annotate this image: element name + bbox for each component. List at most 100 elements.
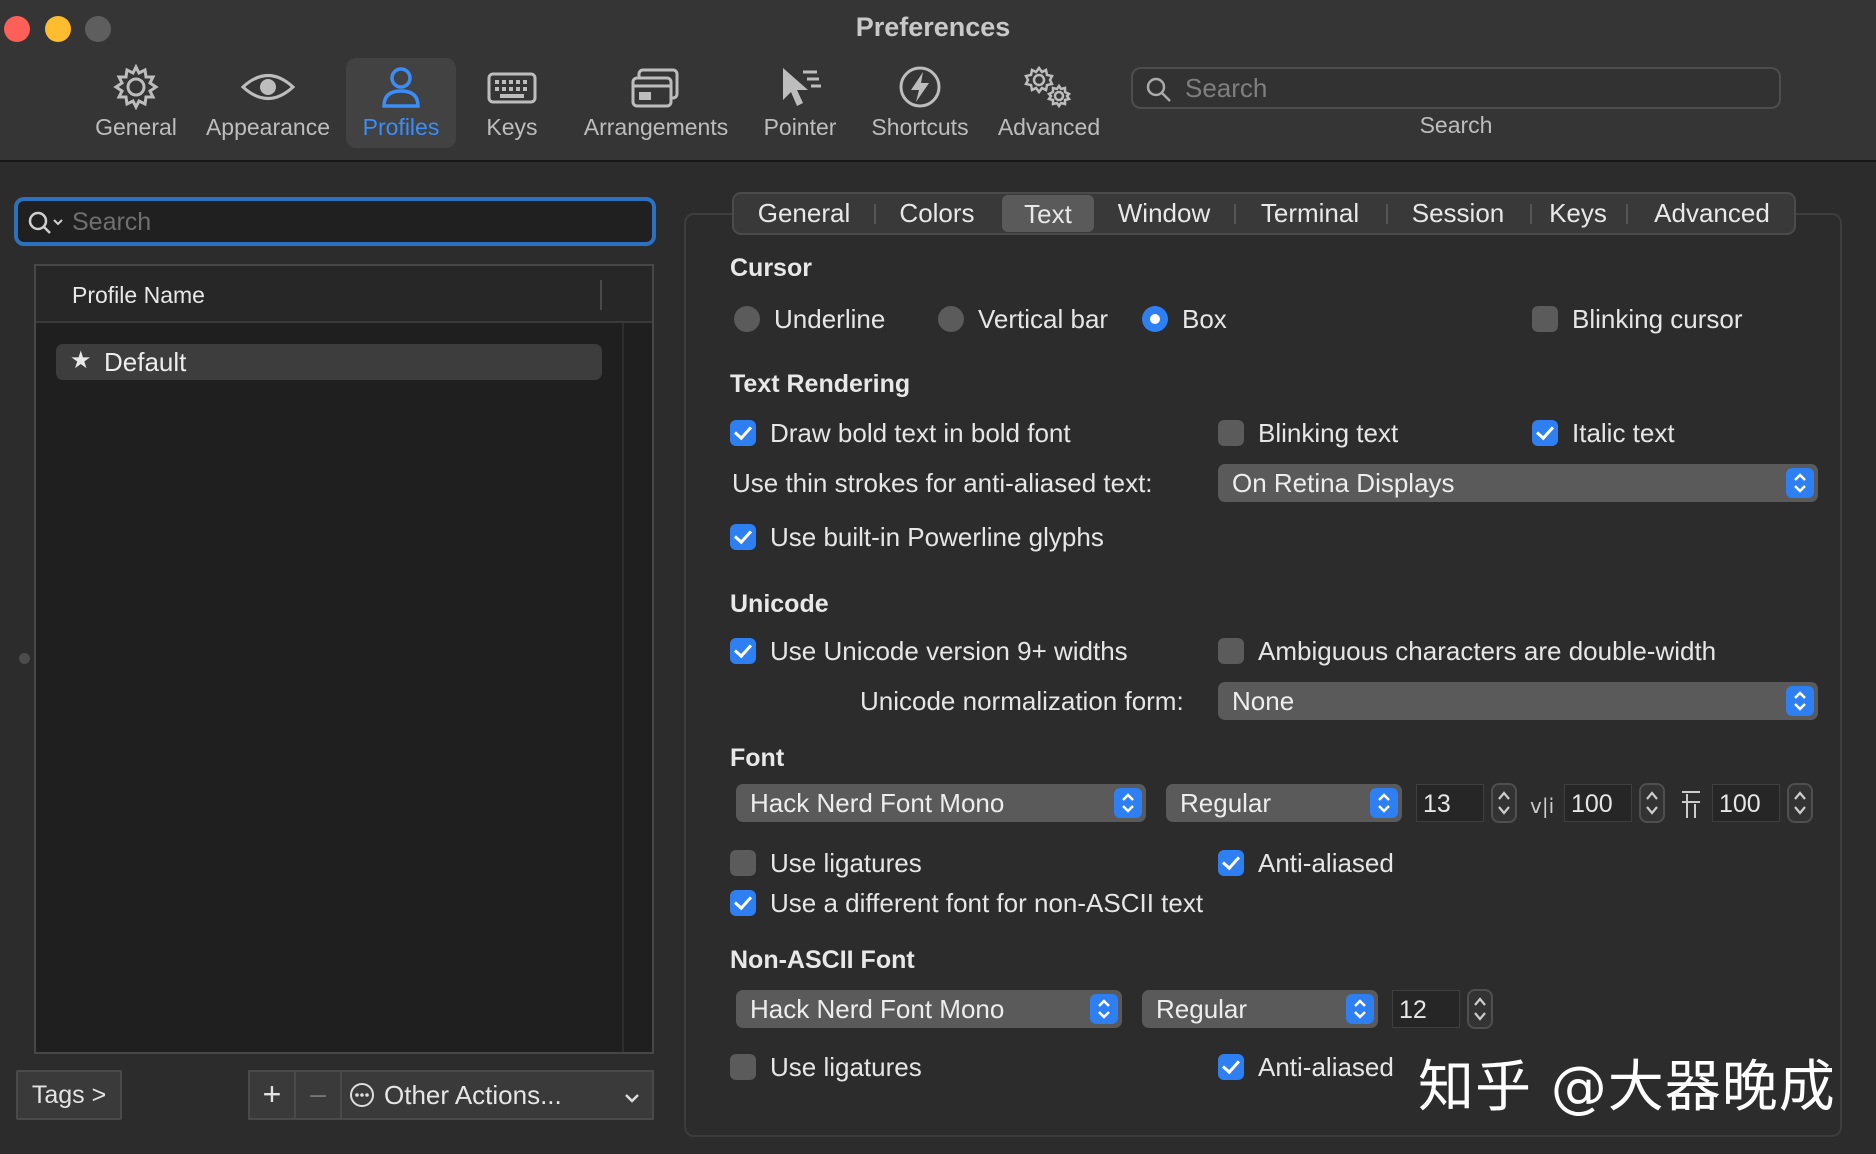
profile-actions-bar: + – Other Actions... bbox=[248, 1070, 654, 1120]
ellipsis-circle-icon bbox=[348, 1081, 376, 1116]
cursor-underline-radio[interactable] bbox=[734, 306, 760, 332]
keyboard-icon bbox=[468, 64, 556, 110]
up-down-chevron-icon bbox=[1786, 468, 1814, 498]
vertical-spacing-icon bbox=[1678, 788, 1704, 827]
remove-profile-button[interactable]: – bbox=[296, 1072, 342, 1118]
other-actions-label: Other Actions... bbox=[384, 1080, 562, 1110]
gears-icon bbox=[994, 64, 1104, 110]
unicode-widths-checkbox[interactable] bbox=[730, 638, 756, 664]
tab-advanced[interactable]: Advanced bbox=[1634, 194, 1790, 233]
font-anti-aliased-checkbox[interactable] bbox=[1218, 850, 1244, 876]
non-ascii-anti-aliased-label: Anti-aliased bbox=[1258, 1052, 1394, 1082]
eye-icon bbox=[202, 64, 334, 110]
ambiguous-width-checkbox[interactable] bbox=[1218, 638, 1244, 664]
toolbar-arrangements[interactable]: Arrangements bbox=[576, 58, 736, 148]
blinking-cursor-label: Blinking cursor bbox=[1572, 304, 1743, 334]
unicode-widths-label: Use Unicode version 9+ widths bbox=[770, 636, 1128, 666]
font-anti-aliased-label: Anti-aliased bbox=[1258, 848, 1394, 878]
toolbar-advanced[interactable]: Advanced bbox=[994, 58, 1104, 148]
column-divider bbox=[600, 280, 602, 310]
toolbar-search-field[interactable] bbox=[1131, 67, 1781, 109]
cursor-vertical-bar-radio[interactable] bbox=[938, 306, 964, 332]
normalization-label: Unicode normalization form: bbox=[860, 686, 1184, 716]
search-icon bbox=[28, 210, 68, 241]
chevron-down-icon bbox=[622, 1084, 642, 1115]
other-actions-button[interactable]: Other Actions... bbox=[342, 1072, 652, 1118]
column-divider bbox=[622, 323, 624, 1052]
italic-text-label: Italic text bbox=[1572, 418, 1675, 448]
toolbar-pointer[interactable]: Pointer bbox=[752, 58, 848, 148]
horizontal-spacing-field[interactable]: 100 bbox=[1564, 784, 1632, 822]
split-view-handle[interactable] bbox=[19, 653, 30, 664]
blinking-cursor-checkbox[interactable] bbox=[1532, 306, 1558, 332]
non-ascii-ligatures-checkbox[interactable] bbox=[730, 1054, 756, 1080]
profile-row-default[interactable]: ★ Default bbox=[56, 344, 602, 380]
font-ligatures-checkbox[interactable] bbox=[730, 850, 756, 876]
bold-font-label: Draw bold text in bold font bbox=[770, 418, 1071, 448]
bold-font-checkbox[interactable] bbox=[730, 420, 756, 446]
tab-colors[interactable]: Colors bbox=[880, 194, 994, 233]
tab-text[interactable]: Text bbox=[1002, 195, 1094, 232]
toolbar-shortcuts[interactable]: Shortcuts bbox=[862, 58, 978, 148]
up-down-chevron-icon bbox=[1370, 788, 1398, 818]
powerline-glyphs-label: Use built-in Powerline glyphs bbox=[770, 522, 1104, 552]
profile-name: Default bbox=[104, 347, 187, 377]
person-icon bbox=[346, 64, 456, 110]
thin-strokes-popup[interactable]: On Retina Displays bbox=[1218, 464, 1818, 502]
non-ascii-font-weight-popup[interactable]: Regular bbox=[1142, 990, 1378, 1028]
non-ascii-ligatures-label: Use ligatures bbox=[770, 1052, 922, 1082]
toolbar-appearance[interactable]: Appearance bbox=[202, 58, 334, 148]
non-ascii-font-label: Use a different font for non-ASCII text bbox=[770, 888, 1204, 918]
normalization-popup[interactable]: None bbox=[1218, 682, 1818, 720]
search-icon bbox=[1145, 76, 1173, 109]
font-weight-popup[interactable]: Regular bbox=[1166, 784, 1402, 822]
toolbar-profiles[interactable]: Profiles bbox=[346, 58, 456, 148]
window-title: Preferences bbox=[855, 12, 1011, 42]
powerline-glyphs-checkbox[interactable] bbox=[730, 524, 756, 550]
vertical-spacing-stepper[interactable] bbox=[1787, 783, 1813, 823]
tab-general[interactable]: General bbox=[742, 194, 866, 233]
font-family-popup[interactable]: Hack Nerd Font Mono bbox=[736, 784, 1146, 822]
profile-table-header[interactable]: Profile Name bbox=[36, 266, 652, 323]
profile-search-input[interactable] bbox=[72, 206, 642, 238]
svg-text:v|i: v|i bbox=[1530, 794, 1554, 818]
non-ascii-font-size-stepper[interactable] bbox=[1467, 989, 1493, 1029]
tab-keys[interactable]: Keys bbox=[1538, 194, 1618, 233]
up-down-chevron-icon bbox=[1346, 994, 1374, 1024]
up-down-chevron-icon bbox=[1090, 994, 1118, 1024]
toolbar-search-caption: Search bbox=[1419, 112, 1493, 138]
up-down-chevron-icon bbox=[1114, 788, 1142, 818]
non-ascii-font-family-popup[interactable]: Hack Nerd Font Mono bbox=[736, 990, 1122, 1028]
vertical-spacing-field[interactable]: 100 bbox=[1712, 784, 1780, 822]
profile-tabs: General Colors Text Window Terminal Sess… bbox=[732, 192, 1796, 235]
font-ligatures-label: Use ligatures bbox=[770, 848, 922, 878]
tab-session[interactable]: Session bbox=[1394, 194, 1522, 233]
cursor-box-label: Box bbox=[1182, 304, 1227, 334]
toolbar-keys[interactable]: Keys bbox=[468, 58, 556, 148]
tab-window[interactable]: Window bbox=[1102, 194, 1226, 233]
windows-icon bbox=[576, 64, 736, 110]
profile-search-field[interactable] bbox=[14, 197, 656, 246]
non-ascii-font-checkbox[interactable] bbox=[730, 890, 756, 916]
non-ascii-anti-aliased-checkbox[interactable] bbox=[1218, 1054, 1244, 1080]
font-heading: Font bbox=[730, 744, 785, 772]
blinking-text-checkbox[interactable] bbox=[1218, 420, 1244, 446]
up-down-chevron-icon bbox=[1786, 686, 1814, 716]
italic-text-checkbox[interactable] bbox=[1532, 420, 1558, 446]
add-profile-button[interactable]: + bbox=[250, 1072, 296, 1118]
non-ascii-font-size-field[interactable]: 12 bbox=[1392, 990, 1460, 1028]
cursor-box-radio[interactable] bbox=[1142, 306, 1168, 332]
pointer-icon bbox=[752, 64, 848, 110]
tab-terminal[interactable]: Terminal bbox=[1242, 194, 1378, 233]
font-size-stepper[interactable] bbox=[1491, 783, 1517, 823]
toolbar-search-input[interactable] bbox=[1185, 73, 1765, 103]
thin-strokes-label: Use thin strokes for anti-aliased text: bbox=[732, 468, 1153, 498]
blinking-text-label: Blinking text bbox=[1258, 418, 1399, 448]
font-size-field[interactable]: 13 bbox=[1416, 784, 1484, 822]
unicode-heading: Unicode bbox=[730, 590, 829, 618]
horizontal-spacing-stepper[interactable] bbox=[1639, 783, 1665, 823]
tags-button[interactable]: Tags > bbox=[16, 1070, 122, 1120]
ambiguous-width-label: Ambiguous characters are double-width bbox=[1258, 636, 1717, 666]
toolbar-general[interactable]: General bbox=[86, 58, 186, 148]
toolbar: Preferences General Appearance Profiles … bbox=[0, 0, 1876, 162]
